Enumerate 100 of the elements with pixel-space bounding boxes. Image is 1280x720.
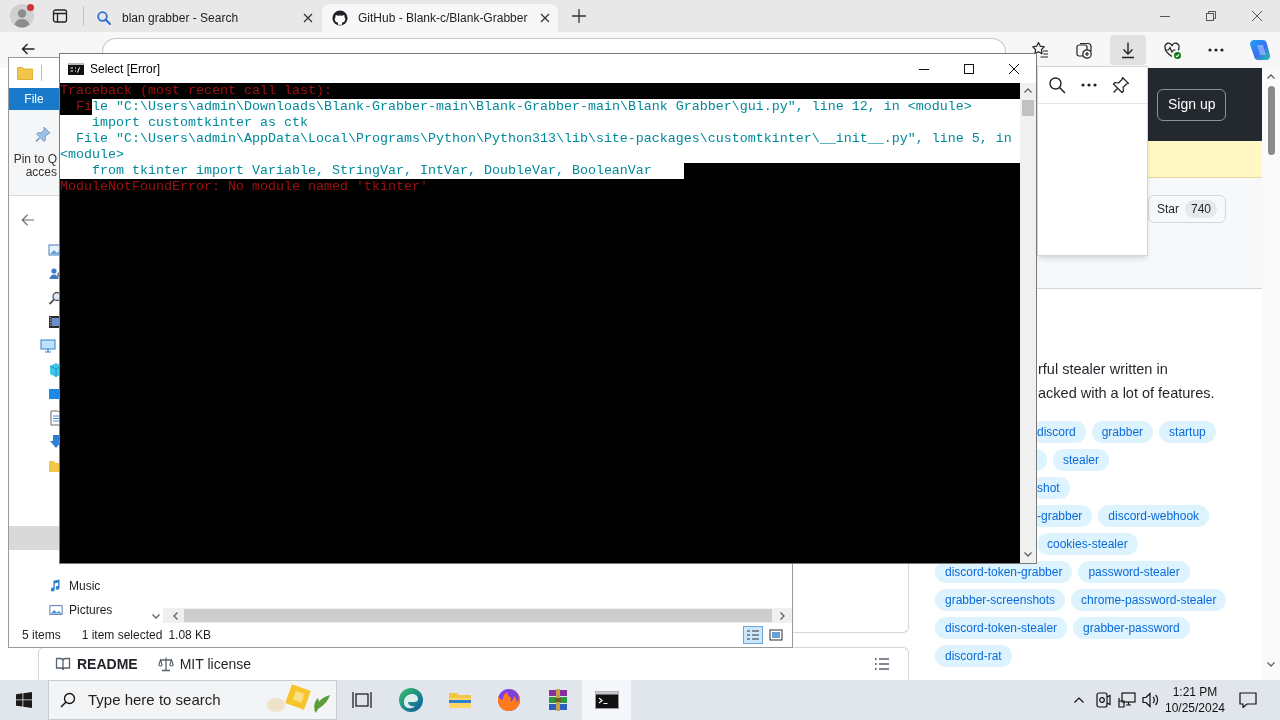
repo-description: rful stealer written in acked with a lot of features. [1038,360,1215,403]
close-icon [539,13,550,23]
folder-icon [447,690,472,710]
scroll-up-icon[interactable] [1267,74,1275,79]
favorites-icon [1031,41,1049,59]
book-icon [55,656,71,672]
download-icon [1119,41,1137,59]
start-icon [16,692,32,708]
scroll-down-icon[interactable] [1024,552,1032,557]
browser-tab[interactable]: GitHub - Blank-c/Blank-Grabber [322,4,558,32]
back-arrow-icon [21,213,35,227]
music-note-icon [49,578,63,594]
browser-icon [496,688,521,712]
browser-tab[interactable]: blan grabber - Search [86,4,322,32]
terminal-icon [594,691,619,709]
person-icon[interactable] [48,266,59,282]
topic-tag[interactable]: grabber-password [1073,617,1190,639]
scroll-left-icon[interactable] [173,611,178,620]
star-button[interactable]: Star 740 [1148,195,1227,223]
browser-icon [397,687,424,713]
terminal-icon [68,62,84,75]
back-button[interactable] [20,42,36,56]
console-text: Traceback (most recent call last): [60,83,332,99]
thumbnail-view-icon [769,629,783,641]
monitor-icon[interactable] [40,338,56,354]
maximize-icon [963,63,974,74]
back-arrow-icon [20,42,36,56]
topic-tag[interactable]: discord-webhook [1098,505,1210,527]
search-icon [96,10,112,26]
logo-icon [332,10,348,26]
view-button[interactable] [766,626,786,644]
profile-button[interactable] [10,4,34,28]
more-icon [1081,83,1097,87]
topic-tag[interactable]: grabber-screenshots [935,589,1066,611]
clock-button[interactable]: 1:21 PM 10/25/2024 [1163,680,1227,720]
topic-tag[interactable]: discord-rat [935,645,1012,667]
file-menu-tab[interactable]: File [9,88,59,110]
scroll-up-icon[interactable] [1024,88,1032,93]
task-view-icon [351,691,372,709]
device-icon [1095,692,1111,708]
pin-to-quick-access-button[interactable]: Pin to Q acces [11,114,57,186]
topic-tag[interactable]: stealer [1053,449,1110,471]
view-button[interactable] [743,626,763,644]
scrollbar-thumb[interactable] [1267,86,1275,155]
volume-icon [1142,692,1160,708]
nav-item[interactable]: Music [9,574,150,598]
console-text: le "C:\Users\admin\Downloads\Blank-Grabber-main\Blank-Grabber-main\Blank Grabber\gui.py", line 12, in <module> [92,99,1020,115]
scale-icon [157,656,174,672]
topic-tag[interactable]: startup [1159,421,1216,443]
pin-icon [35,126,51,144]
plus-icon [572,9,586,23]
search-box[interactable]: Type here to search [48,680,337,720]
search-icon[interactable] [48,290,59,306]
outline-button[interactable] [874,656,890,672]
selection-count: 1 item selected [81,627,163,644]
tab-actions-button[interactable] [51,7,69,25]
scroll-down-icon[interactable] [1267,662,1275,667]
star-count: 740 [1185,200,1218,218]
download-arrow-icon[interactable] [48,434,59,450]
archive-books-icon [546,688,569,712]
nav-item[interactable]: Pictures [9,598,150,622]
heart-pulse-icon [1163,41,1181,59]
console-text: import customtkinter as ctk [60,115,1020,131]
avatar-icon [10,4,34,28]
picture-icon [49,602,63,618]
scrollbar-thumb[interactable] [1022,100,1034,116]
folder-icon [17,66,33,80]
network-icon [1118,692,1136,708]
topic-tag[interactable]: cookies-stealer [1037,533,1138,555]
close-icon [303,13,313,23]
tab-actions-icon [52,8,68,24]
scrollbar-thumb[interactable] [184,609,772,622]
search-field[interactable]: Type here to search [88,690,253,710]
topic-tag[interactable]: password-stealer [1078,561,1190,583]
topic-tag[interactable]: shot [1037,477,1070,499]
pin-icon [1112,76,1130,94]
logo-icon [1249,39,1271,61]
downloads-button[interactable] [1110,35,1146,65]
readme-tab[interactable]: README [55,653,138,675]
restore-icon [1206,11,1216,21]
close-icon [1008,63,1019,74]
picture-icon[interactable] [48,242,59,258]
scroll-down-icon[interactable] [152,614,160,619]
window-title: Select [Error] [90,60,161,78]
item-count: 5 items [22,627,61,644]
document-icon[interactable] [48,410,59,426]
list-icon [874,656,890,672]
more-icon [1208,48,1224,52]
topic-tag[interactable]: -grabber [1037,505,1093,527]
topic-tag[interactable]: discord-token-stealer [935,617,1068,639]
search-icon [1048,76,1066,94]
sign-up-button[interactable]: Sign up [1157,88,1227,121]
topic-tag[interactable]: discord [1037,421,1086,443]
scroll-right-icon[interactable] [780,611,785,620]
readme-tab[interactable]: MIT license [157,653,251,675]
collections-icon [1075,41,1093,59]
topic-tag[interactable]: chrome-password-stealer [1071,589,1227,611]
console-text: from tkinter import Variable, StringVar, IntVar, DoubleVar, BooleanVar [60,163,684,179]
topic-tag[interactable]: grabber [1091,421,1154,443]
taskbar-app-button[interactable] [582,680,631,720]
